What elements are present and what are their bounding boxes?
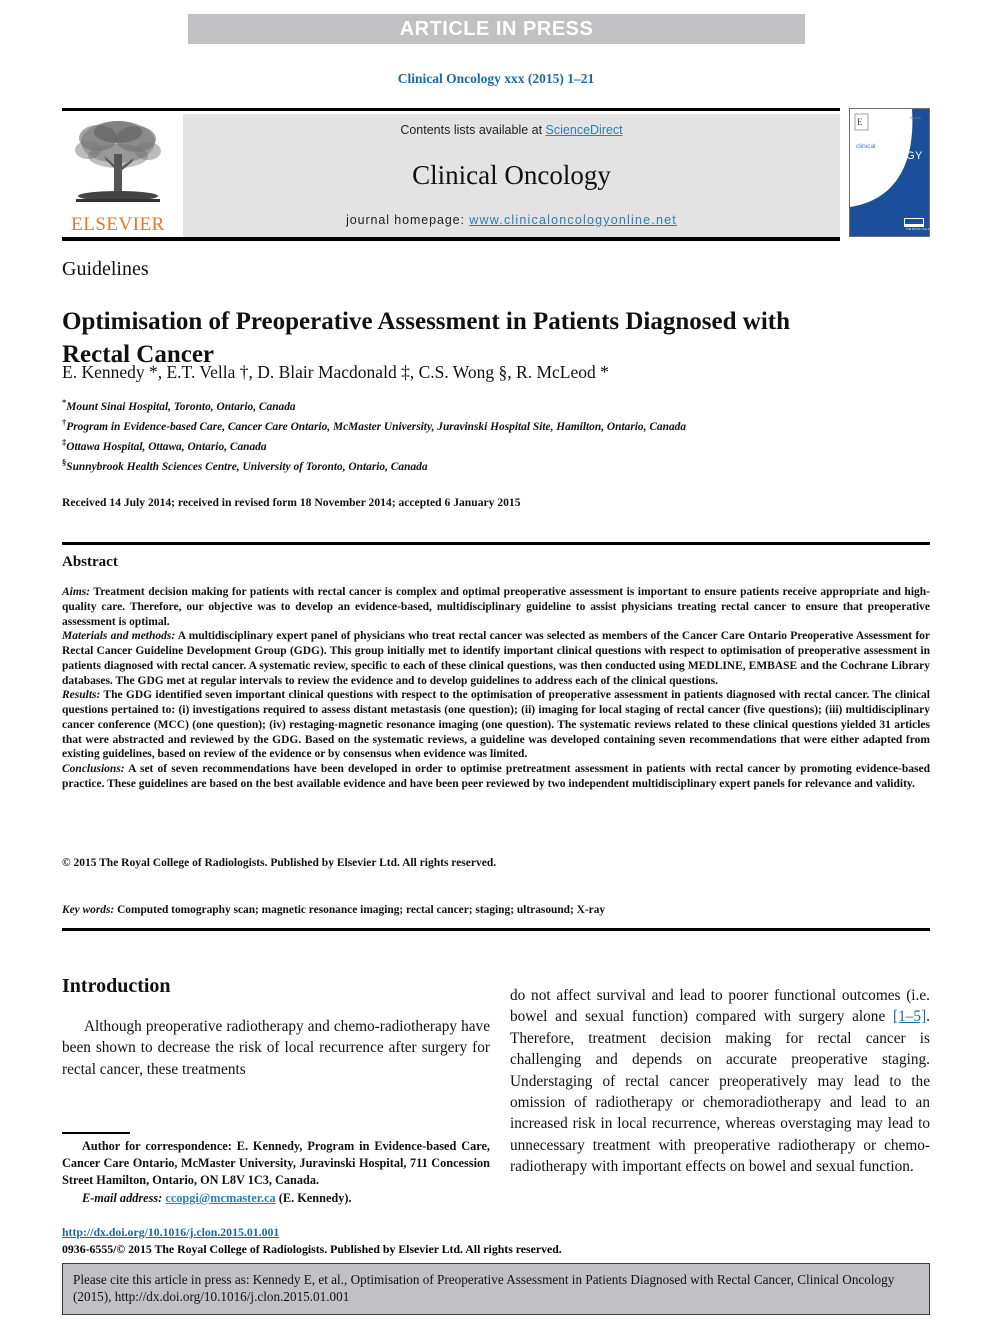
cite-this-article-text: Please cite this article in press as: Ke… <box>73 1272 895 1305</box>
affiliation-text: Program in Evidence-based Care, Cancer C… <box>66 420 687 433</box>
email-suffix: (E. Kennedy). <box>275 1190 352 1205</box>
affiliation-text: Mount Sinai Hospital, Toronto, Ontario, … <box>66 400 296 413</box>
abstract-aims: Aims: Treatment decision making for pati… <box>62 585 930 629</box>
abstract-methods-text: A multidisciplinary expert panel of phys… <box>62 630 931 687</box>
journal-cover-thumbnail: E Volume clinical ONCOLOGY THE ROYAL COL… <box>849 108 930 237</box>
abstract-copyright: © 2015 The Royal College of Radiologists… <box>62 857 497 869</box>
page-title: Optimisation of Preoperative Assessment … <box>62 307 790 368</box>
abstract-methods: Materials and methods: A multidisciplina… <box>62 629 930 688</box>
journal-masthead: ELSEVIER Contents lists available at Sci… <box>62 108 930 241</box>
author-list: E. Kennedy *, E.T. Vella †, D. Blair Mac… <box>62 362 862 383</box>
reference-citation-link[interactable]: [1–5] <box>893 1008 926 1025</box>
journal-homepage-line: journal homepage: www.clinicaloncologyon… <box>346 213 677 227</box>
body-column-right: do not affect survival and lead to poore… <box>510 985 930 1178</box>
svg-text:Volume: Volume <box>910 116 921 120</box>
svg-text:THE ROYAL COLLEGE: THE ROYAL COLLEGE <box>906 227 929 231</box>
abstract-conclusions-label: Conclusions: <box>62 763 125 776</box>
elsevier-tree-icon <box>75 121 161 202</box>
article-in-press-label: ARTICLE IN PRESS <box>399 17 594 40</box>
keywords-line: Key words: Computed tomography scan; mag… <box>62 904 605 916</box>
abstract-bottom-rule <box>62 928 930 931</box>
sciencedirect-link[interactable]: ScienceDirect <box>546 123 623 137</box>
abstract-heading: Abstract <box>62 554 118 570</box>
journal-homepage-link[interactable]: www.clinicaloncologyonline.net <box>469 213 677 227</box>
abstract-top-rule <box>62 542 930 545</box>
email-line: E-mail address: ccopgi@mcmaster.ca (E. K… <box>62 1190 490 1207</box>
elsevier-wordmark: ELSEVIER <box>71 214 165 235</box>
intro-right-part1: do not affect survival and lead to poore… <box>510 987 930 1026</box>
contents-lists-line: Contents lists available at ScienceDirec… <box>400 123 622 137</box>
masthead-top-rule <box>62 108 840 111</box>
abstract-results-label: Results: <box>62 689 101 702</box>
affiliation-list: *Mount Sinai Hospital, Toronto, Ontario,… <box>62 396 862 476</box>
section-heading-introduction: Introduction <box>62 975 171 997</box>
elsevier-logo: ELSEVIER <box>64 114 172 236</box>
article-in-press-banner: ARTICLE IN PRESS <box>188 14 805 44</box>
keywords-text: Computed tomography scan; magnetic reson… <box>114 904 606 916</box>
masthead-bottom-rule <box>62 237 840 241</box>
email-link[interactable]: ccopgi@mcmaster.ca <box>165 1191 275 1205</box>
footer-doi-block: http://dx.doi.org/10.1016/j.clon.2015.01… <box>62 1224 762 1258</box>
contents-prefix: Contents lists available at <box>400 123 546 137</box>
abstract-aims-text: Treatment decision making for patients w… <box>62 586 930 628</box>
email-label: E-mail address: <box>82 1190 163 1205</box>
affiliation-item: §Sunnybrook Health Sciences Centre, Univ… <box>62 456 862 476</box>
svg-text:ONCOLOGY: ONCOLOGY <box>856 150 923 162</box>
doi-link[interactable]: http://dx.doi.org/10.1016/j.clon.2015.01… <box>62 1225 279 1239</box>
affiliation-item: *Mount Sinai Hospital, Toronto, Ontario,… <box>62 396 862 416</box>
abstract-results: Results: The GDG identified seven import… <box>62 688 930 762</box>
doi-line: http://dx.doi.org/10.1016/j.clon.2015.01… <box>62 1224 762 1241</box>
abstract-aims-label: Aims: <box>62 586 91 598</box>
abstract-results-text: The GDG identified seven important clini… <box>62 689 930 761</box>
journal-title: Clinical Oncology <box>412 159 611 190</box>
correspondence-footnote: Author for correspondence: E. Kennedy, P… <box>62 1138 490 1207</box>
journal-cover-image: E Volume clinical ONCOLOGY THE ROYAL COL… <box>850 109 929 236</box>
article-history: Received 14 July 2014; received in revis… <box>62 496 521 509</box>
issn-copyright-line: 0936-6555/© 2015 The Royal College of Ra… <box>62 1241 562 1256</box>
svg-text:clinical: clinical <box>856 143 876 150</box>
article-category: Guidelines <box>62 258 149 280</box>
intro-paragraph-right: do not affect survival and lead to poore… <box>510 985 930 1178</box>
footnote-rule <box>62 1132 130 1134</box>
abstract-conclusions: Conclusions: A set of seven recommendati… <box>62 762 930 792</box>
abstract-conclusions-text: A set of seven recommendations have been… <box>62 763 930 790</box>
affiliation-text: Sunnybrook Health Sciences Centre, Unive… <box>66 460 428 473</box>
keywords-label: Key words: <box>62 904 115 916</box>
svg-text:E: E <box>857 117 863 127</box>
affiliation-item: †Program in Evidence-based Care, Cancer … <box>62 416 862 436</box>
correspondence-text: Author for correspondence: E. Kennedy, P… <box>62 1139 490 1188</box>
abstract-body: Aims: Treatment decision making for pati… <box>62 585 930 792</box>
affiliation-item: ‡Ottawa Hospital, Ottawa, Ontario, Canad… <box>62 436 862 456</box>
homepage-prefix: journal homepage: <box>346 213 470 227</box>
body-column-left: Introduction Although preoperative radio… <box>62 975 490 1080</box>
author-names: E. Kennedy *, E.T. Vella †, D. Blair Mac… <box>62 362 609 382</box>
intro-right-part2: . Therefore, treatment decision making f… <box>510 1008 930 1176</box>
running-citation: Clinical Oncology xxx (2015) 1–21 <box>397 71 595 86</box>
journal-info-box: Contents lists available at ScienceDirec… <box>183 114 840 237</box>
cite-this-article-box: Please cite this article in press as: Ke… <box>62 1263 930 1315</box>
intro-paragraph-left: Although preoperative radiotherapy and c… <box>62 1018 490 1078</box>
affiliation-text: Ottawa Hospital, Ottawa, Ontario, Canada <box>66 440 267 453</box>
abstract-methods-label: Materials and methods: <box>62 630 176 643</box>
